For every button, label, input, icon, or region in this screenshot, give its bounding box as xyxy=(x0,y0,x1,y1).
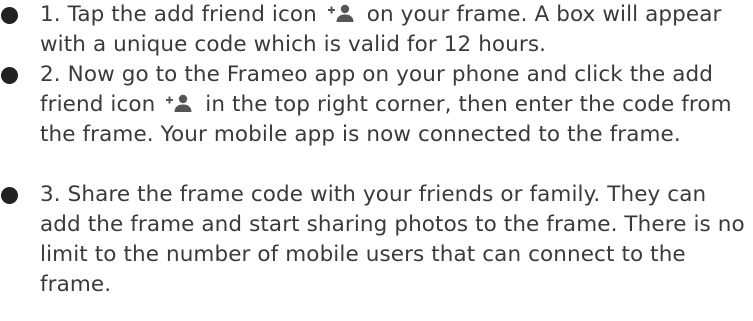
add-friend-icon xyxy=(327,3,354,23)
list-item-step-2: 2. Now go to the Frameo app on your phon… xyxy=(0,60,753,150)
list-item-step-1: 1. Tap the add friend icon on your frame… xyxy=(0,0,753,60)
bullet-icon xyxy=(1,67,18,84)
step-1-text-before: 1. Tap the add friend icon xyxy=(40,2,324,27)
list-item-step-3: 3. Share the frame code with your friend… xyxy=(0,180,753,300)
add-friend-icon xyxy=(166,93,192,113)
bullet-icon xyxy=(1,187,18,204)
step-3-text: 3. Share the frame code with your friend… xyxy=(40,182,745,297)
bullet-icon xyxy=(1,7,18,24)
